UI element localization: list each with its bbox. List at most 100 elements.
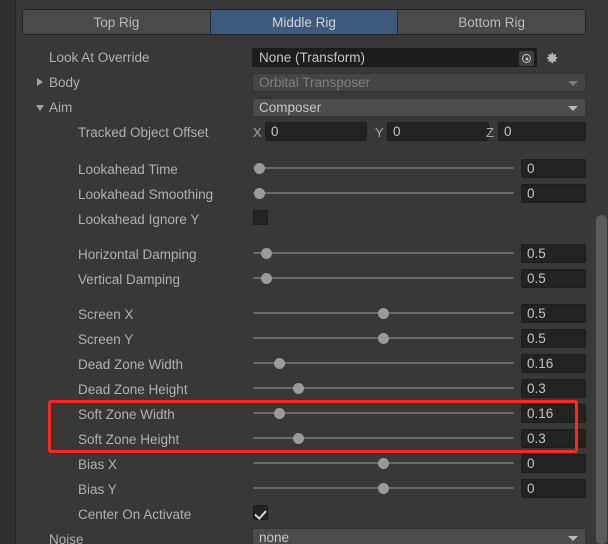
soft-zone-height-input[interactable]: 0.3 (521, 429, 586, 448)
screen-x-input[interactable]: 0.5 (521, 304, 586, 323)
center-on-activate-checkbox[interactable] (253, 505, 268, 520)
soft-zone-height-slider[interactable] (253, 430, 514, 446)
slider-track (253, 167, 514, 169)
slider-track (253, 192, 514, 194)
dead-zone-height-input[interactable]: 0.3 (521, 379, 586, 398)
slider-thumb[interactable] (293, 432, 305, 444)
bias-x-input[interactable]: 0 (521, 454, 586, 473)
target-picker-icon[interactable] (519, 51, 534, 66)
left-gutter (0, 0, 15, 544)
screen-y-value: 0.5 (527, 331, 546, 346)
slider-thumb[interactable] (378, 457, 389, 469)
vertical-damping-value: 0.5 (527, 271, 546, 286)
inspector-panel: Top Rig Middle Rig Bottom Rig Look At Ov… (0, 0, 608, 544)
offset-y-value: 0 (393, 124, 401, 139)
noise-label: Noise (49, 531, 84, 544)
lookahead-time-label: Lookahead Time (78, 161, 178, 177)
body-dropdown[interactable]: Orbital Transposer (252, 73, 586, 92)
tab-bottom-rig[interactable]: Bottom Rig (398, 10, 585, 34)
dead-zone-width-label: Dead Zone Width (78, 356, 184, 372)
slider-track (253, 252, 514, 254)
slider-track (253, 387, 514, 389)
bias-x-slider[interactable] (253, 455, 514, 471)
chevron-right-icon[interactable] (34, 76, 46, 88)
soft-zone-width-label: Soft Zone Width (78, 406, 175, 422)
soft-zone-width-value: 0.16 (527, 406, 554, 421)
horizontal-damping-slider[interactable] (253, 245, 514, 261)
vertical-damping-slider[interactable] (253, 270, 514, 286)
chevron-down-icon (568, 535, 578, 541)
soft-zone-width-slider[interactable] (253, 405, 514, 421)
screen-y-slider[interactable] (253, 330, 514, 346)
slider-thumb[interactable] (260, 272, 272, 284)
slider-thumb[interactable] (273, 407, 285, 419)
soft-zone-width-input[interactable]: 0.16 (521, 404, 586, 423)
body-dropdown-value: Orbital Transposer (259, 75, 371, 90)
row-center-on-activate: Center On Activate (16, 502, 592, 527)
bias-y-label: Bias Y (78, 481, 117, 497)
horizontal-damping-label: Horizontal Damping (78, 246, 197, 262)
soft-zone-height-value: 0.3 (527, 431, 546, 446)
screen-y-label: Screen Y (78, 331, 134, 347)
tab-top-rig[interactable]: Top Rig (23, 10, 211, 34)
lookahead-smoothing-slider[interactable] (253, 185, 514, 201)
slider-thumb[interactable] (254, 187, 266, 199)
bias-y-value: 0 (527, 481, 535, 496)
horizontal-damping-input[interactable]: 0.5 (521, 244, 586, 263)
screen-x-slider[interactable] (253, 305, 514, 321)
lookahead-smoothing-input[interactable]: 0 (521, 184, 586, 203)
offset-x-input[interactable]: 0 (265, 122, 367, 141)
vertical-scrollbar-thumb[interactable] (596, 215, 607, 544)
lookahead-time-input[interactable]: 0 (521, 159, 586, 178)
vertical-damping-input[interactable]: 0.5 (521, 269, 586, 288)
horizontal-damping-value: 0.5 (527, 246, 546, 261)
dead-zone-height-slider[interactable] (253, 380, 514, 396)
offset-z-input[interactable]: 0 (498, 122, 586, 141)
lookahead-ignore-y-checkbox[interactable] (253, 210, 268, 225)
dead-zone-width-input[interactable]: 0.16 (521, 354, 586, 373)
offset-z-axis-label: Z (486, 125, 494, 140)
dead-zone-height-value: 0.3 (527, 381, 546, 396)
noise-dropdown[interactable]: none (252, 528, 586, 544)
screen-x-value: 0.5 (527, 306, 546, 321)
chevron-down-icon (568, 80, 578, 86)
dead-zone-width-value: 0.16 (527, 356, 554, 371)
slider-thumb[interactable] (293, 382, 305, 394)
chevron-down-icon[interactable] (34, 102, 46, 114)
slider-thumb[interactable] (273, 357, 285, 369)
slider-track (253, 362, 514, 364)
tracked-object-offset-label: Tracked Object Offset (78, 124, 209, 140)
aim-dropdown-value: Composer (259, 100, 322, 115)
bias-y-input[interactable]: 0 (521, 479, 586, 498)
offset-x-axis-label: X (253, 125, 262, 140)
screen-y-input[interactable]: 0.5 (521, 329, 586, 348)
tab-top-rig-label: Top Rig (93, 14, 140, 30)
aim-dropdown[interactable]: Composer (252, 98, 586, 117)
lookahead-smoothing-value: 0 (527, 186, 535, 201)
tab-middle-rig[interactable]: Middle Rig (210, 10, 399, 34)
lookahead-time-value: 0 (527, 161, 535, 176)
lookahead-time-slider[interactable] (253, 160, 514, 176)
lookahead-ignore-y-label: Lookahead Ignore Y (78, 211, 200, 227)
offset-z-value: 0 (504, 124, 512, 139)
slider-thumb[interactable] (260, 247, 272, 259)
tab-middle-rig-label: Middle Rig (272, 14, 336, 30)
slider-thumb[interactable] (378, 482, 389, 494)
slider-thumb[interactable] (254, 162, 266, 174)
dead-zone-width-slider[interactable] (253, 355, 514, 371)
body-label: Body (49, 74, 80, 90)
soft-zone-height-label: Soft Zone Height (78, 431, 180, 447)
look-at-override-object-field[interactable]: None (Transform) (252, 48, 537, 67)
offset-x-value: 0 (271, 124, 279, 139)
vertical-damping-label: Vertical Damping (78, 271, 181, 287)
dead-zone-height-label: Dead Zone Height (78, 381, 188, 397)
gear-icon[interactable] (545, 51, 559, 65)
slider-track (253, 437, 514, 439)
slider-track (253, 412, 514, 414)
slider-thumb[interactable] (378, 307, 389, 319)
bias-y-slider[interactable] (253, 480, 514, 496)
screen-x-label: Screen X (78, 306, 134, 322)
offset-y-input[interactable]: 0 (387, 122, 489, 141)
vertical-scrollbar-track[interactable] (595, 0, 608, 544)
slider-thumb[interactable] (378, 332, 389, 344)
